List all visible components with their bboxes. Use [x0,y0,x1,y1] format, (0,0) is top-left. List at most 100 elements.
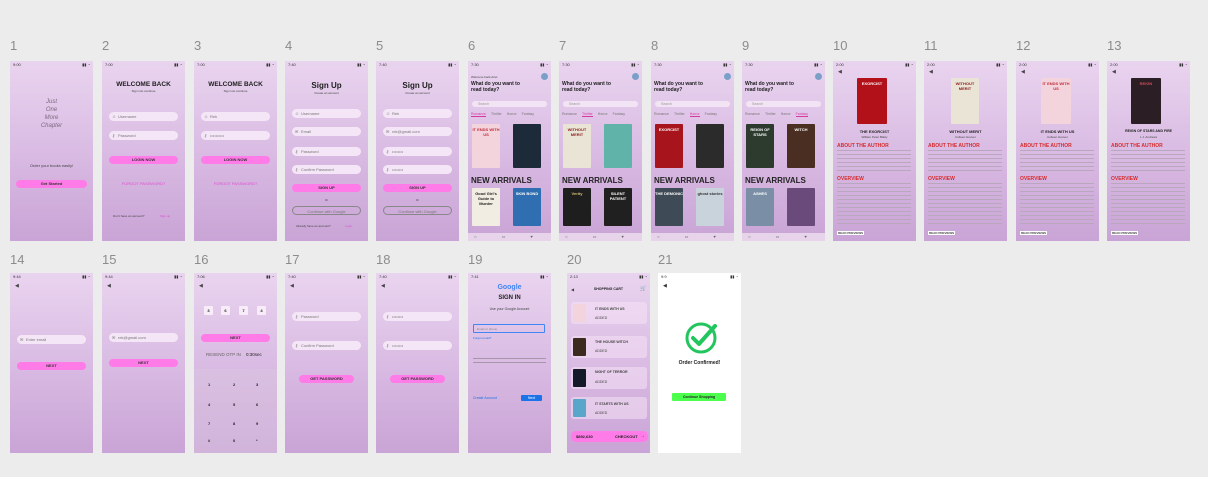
back-icon[interactable]: ◀ [290,283,294,289]
otp-digit[interactable]: 6 [221,306,230,315]
username-field[interactable]: ☺ Username [109,112,178,121]
back-icon[interactable]: ◀ [199,283,203,289]
keypad-key[interactable]: 2 [233,382,235,387]
tab-thriller[interactable]: Thriller [581,112,593,117]
back-icon[interactable]: ◀ [15,283,19,289]
book-cover[interactable]: SILENT PATIENT [604,188,632,226]
book-cover[interactable] [513,124,541,168]
tab-horror[interactable]: Horror [781,112,791,116]
password-field[interactable]: ⚷ Password [292,147,361,156]
next-button[interactable]: NEXT [201,334,270,342]
keypad-key[interactable]: 8 [233,421,235,426]
confirm-password-field[interactable]: ⚷ Confirm Password [292,165,361,174]
avatar[interactable] [541,73,548,80]
book-cover[interactable]: REIGN OF STARS [746,124,774,168]
next-button[interactable]: NEXT [109,359,178,367]
book-cover[interactable]: ghost stories [696,188,724,226]
book-cover[interactable]: WITCH [787,124,815,168]
keypad-key[interactable]: * [256,438,258,443]
password-field[interactable]: ⚷ •••••••• [383,312,452,321]
tab-fantasy[interactable]: Fantasy [705,112,717,116]
keypad-key[interactable]: 9 [256,421,258,426]
continue-shopping-button[interactable]: Continue Shopping [672,393,726,401]
bottom-nav[interactable]: ⌂ ▭ ♥ ☺ [468,233,551,241]
google-button[interactable]: Continue with Google [383,206,452,215]
read-preview-button[interactable]: READ PREVIEWS [837,231,865,235]
signup-button[interactable]: SIGN UP [383,184,452,192]
cart-icon[interactable]: 🛒 [640,286,646,292]
username-field[interactable]: ☺ Username [292,109,361,118]
book-cover[interactable] [696,124,724,168]
username-field[interactable]: ☺ Rek [383,109,452,118]
next-button[interactable]: Next [521,395,542,401]
forgot-password-link[interactable]: FORGOT PASSWORD? [102,181,185,186]
book-cover[interactable]: THE DEMONIC [655,188,683,226]
search-input[interactable]: Search [746,101,821,107]
create-account-link[interactable]: Create Account [473,396,497,400]
login-link[interactable]: Login [345,224,352,228]
book-cover[interactable]: WITHOUT MERIT [563,124,591,168]
back-icon[interactable]: ◀ [1021,69,1025,75]
get-password-button[interactable]: GET PASSWORD [299,375,354,383]
keypad-key[interactable]: 7 [208,421,210,426]
tab-romance[interactable]: Romance [471,112,486,117]
forgot-password-link[interactable]: FORGOT PASSWORD? [194,181,277,186]
avatar[interactable] [724,73,731,80]
bottom-nav[interactable]: ⌂ ▭ ♥ ☺ [651,233,734,241]
email-field[interactable]: ✉ Enter email [17,335,86,344]
tab-horror[interactable]: Horror [598,112,608,116]
username-field[interactable]: ☺ Rek [201,112,270,121]
book-cover[interactable]: EXORCIST [655,124,683,168]
back-icon[interactable]: ◀ [107,283,111,289]
tab-romance[interactable]: Romance [562,112,577,116]
keypad-key[interactable]: 0 [233,438,235,443]
back-icon[interactable]: ◀ [1112,69,1116,75]
email-field[interactable]: ✉ Email [292,127,361,136]
google-button[interactable]: Continue with Google [292,206,361,215]
password-field[interactable]: ⚷ •••••••• [383,147,452,156]
tab-thriller[interactable]: Thriller [765,112,776,116]
confirm-password-field[interactable]: ⚷ •••••••• [383,341,452,350]
tab-romance[interactable]: Romance [654,112,669,116]
tab-fantasy[interactable]: Fantasy [613,112,625,116]
password-field[interactable]: ⚷ Password [292,312,361,321]
confirm-password-field[interactable]: ⚷ •••••••• [383,165,452,174]
keypad-key[interactable]: 4 [208,402,210,407]
search-input[interactable]: Search [655,101,730,107]
tab-fantasy[interactable]: Fantasy [795,112,809,117]
book-cover[interactable]: Good Girl's Guide to Murder [472,188,500,226]
password-field[interactable]: ⚷ •••••••••• [201,131,270,140]
tab-horror[interactable]: Horror [507,112,517,116]
tab-fantasy[interactable]: Fantasy [522,112,534,116]
back-icon[interactable]: ◀ [929,69,933,75]
tab-horror[interactable]: Horror [689,112,700,117]
back-icon[interactable]: ◀ [381,283,385,289]
keypad-key[interactable]: 3 [256,382,258,387]
signup-button[interactable]: SIGN UP [292,184,361,192]
book-cover[interactable] [604,124,632,168]
bottom-nav[interactable]: ⌂ ▭ ♥ ☺ [742,233,825,241]
forgot-email-link[interactable]: Forgot email? [473,336,491,340]
get-password-button[interactable]: GET PASSWORD [390,375,445,383]
avatar[interactable] [632,73,639,80]
tab-romance[interactable]: Romance [745,112,760,116]
read-preview-button[interactable]: READ PREVIEWS [1111,231,1139,235]
keypad-key[interactable]: 6 [256,402,258,407]
read-preview-button[interactable]: READ PREVIEWS [1020,231,1048,235]
avatar[interactable] [815,73,822,80]
keypad-key[interactable]: # [208,438,210,443]
bottom-nav[interactable]: ⌂ ▭ ♥ ☺ [559,233,642,241]
search-input[interactable]: Search [472,101,547,107]
otp-digit[interactable]: 4 [257,306,266,315]
search-input[interactable]: Search [563,101,638,107]
next-button[interactable]: NEXT [17,362,86,370]
email-field[interactable]: ✉ rek@gmail.com [109,333,178,342]
keypad-key[interactable]: 1 [208,382,210,387]
back-icon[interactable]: ◀ [838,69,842,75]
book-cover[interactable]: SKIN BOND [513,188,541,226]
email-input[interactable]: Email or phone [473,324,545,333]
checkout-button[interactable]: CHECKOUT [615,434,638,439]
tab-thriller[interactable]: Thriller [491,112,502,116]
login-button[interactable]: LOGIN NOW [109,156,178,164]
tab-thriller[interactable]: Thriller [674,112,685,116]
